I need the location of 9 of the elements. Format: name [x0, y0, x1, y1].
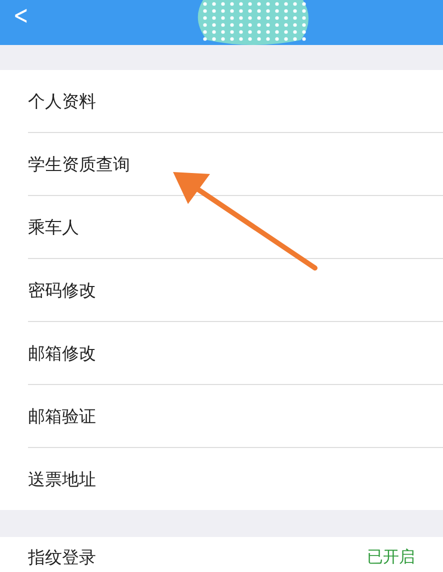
setting-status: 已开启 — [367, 546, 415, 568]
menu-item[interactable]: 乘车人 — [28, 216, 79, 238]
menu-item[interactable]: 送票地址 — [28, 468, 96, 490]
menu-item[interactable]: 邮箱验证 — [28, 404, 96, 428]
menu-item[interactable]: 密码修改 — [28, 278, 96, 302]
menu-item[interactable]: 个人资料 — [28, 90, 96, 112]
menu-item[interactable]: 学生资质查询 — [28, 152, 130, 176]
setting-label[interactable]: 指纹登录 — [28, 546, 96, 568]
menu-item[interactable]: 邮箱修改 — [28, 342, 96, 364]
